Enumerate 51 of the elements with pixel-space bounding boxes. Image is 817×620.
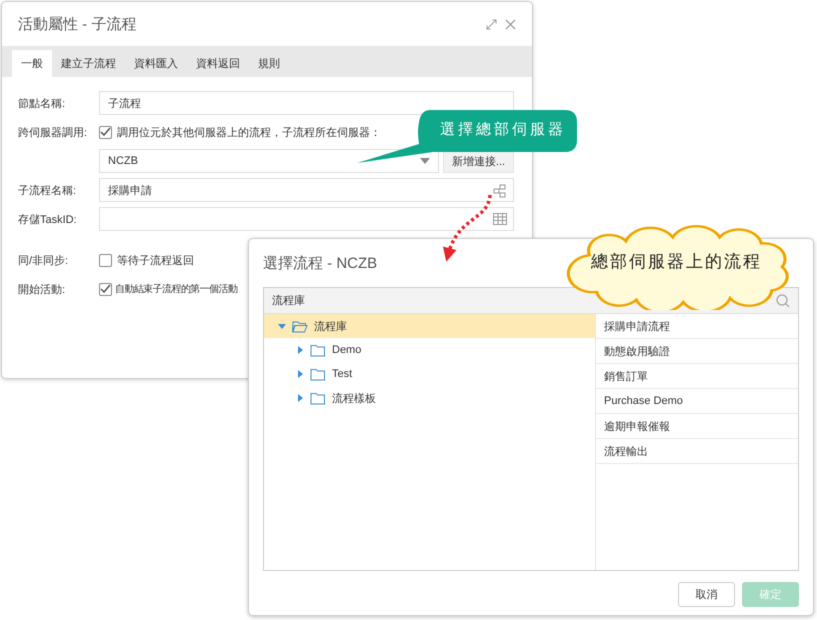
checkbox[interactable] — [99, 126, 112, 138]
search-icon[interactable] — [776, 294, 790, 308]
checkbox[interactable] — [99, 282, 112, 296]
field-label: 同/非同步: — [18, 254, 70, 268]
checkbox-label: 自動結束子流程的第一個活動 — [115, 282, 238, 296]
tab[interactable]: 規則 — [249, 50, 289, 77]
field-label: 節點名稱: — [18, 96, 66, 110]
field-label: 跨伺服器調用: — [18, 126, 88, 140]
caret-right-icon[interactable] — [296, 346, 304, 354]
process-item[interactable]: 動態啟用驗證 — [596, 339, 798, 364]
tree-item[interactable]: 流程樣板 — [264, 386, 595, 410]
caret-down-icon[interactable] — [278, 322, 286, 330]
field-label: 存儲TaskID: — [18, 212, 78, 226]
server-dropdown[interactable]: NCZB — [99, 149, 439, 173]
tab[interactable]: 一般 — [12, 50, 52, 77]
process-item[interactable]: 採購申請流程 — [596, 314, 798, 339]
panel-header: 流程庫 — [272, 294, 305, 308]
folder-icon — [310, 392, 326, 404]
field-label: 子流程名稱: — [18, 184, 78, 198]
folder-icon — [310, 344, 326, 356]
tree-item[interactable]: Demo — [264, 338, 595, 362]
process-item[interactable]: 流程輸出 — [596, 439, 798, 464]
tree-item[interactable]: 流程庫 — [264, 314, 595, 338]
process-item[interactable]: 銷售訂單 — [596, 364, 798, 389]
dialog-title: 活動屬性 - 子流程 — [18, 14, 138, 34]
callout-text: 總部伺服器上的流程 — [591, 251, 762, 273]
dialog-title: 選擇流程 - NCZB — [263, 254, 378, 272]
dotted-arrow — [444, 194, 492, 262]
tab[interactable]: 資料匯入 — [125, 50, 187, 77]
process-item[interactable]: 逾期申報催報 — [596, 414, 798, 439]
checkbox-label: 調用位元於其他伺服器上的流程，子流程所在伺服器： — [117, 126, 381, 140]
table-icon[interactable] — [493, 213, 507, 225]
checkbox[interactable] — [99, 254, 112, 266]
close-icon[interactable] — [505, 18, 516, 30]
caret-right-icon[interactable] — [296, 394, 304, 402]
tab[interactable]: 建立子流程 — [52, 50, 125, 77]
caret-down-icon[interactable] — [420, 158, 430, 164]
callout-text: 選擇總部伺服器 — [440, 120, 566, 139]
tab[interactable]: 資料返回 — [187, 50, 249, 77]
tree-item[interactable]: Test — [264, 362, 595, 386]
caret-right-icon[interactable] — [296, 370, 304, 378]
field-label: 開始活動: — [18, 282, 66, 296]
folder-icon — [310, 368, 326, 380]
input-field[interactable] — [99, 207, 514, 231]
input-field[interactable]: 採購申請 — [99, 178, 514, 202]
folder-icon — [292, 320, 308, 332]
expand-icon[interactable] — [486, 18, 497, 30]
flowchart-icon[interactable] — [493, 184, 507, 198]
process-item[interactable]: Purchase Demo — [596, 389, 798, 414]
checkbox-label: 等待子流程返回 — [117, 254, 194, 268]
cancel-button[interactable]: 取消 — [678, 582, 735, 607]
